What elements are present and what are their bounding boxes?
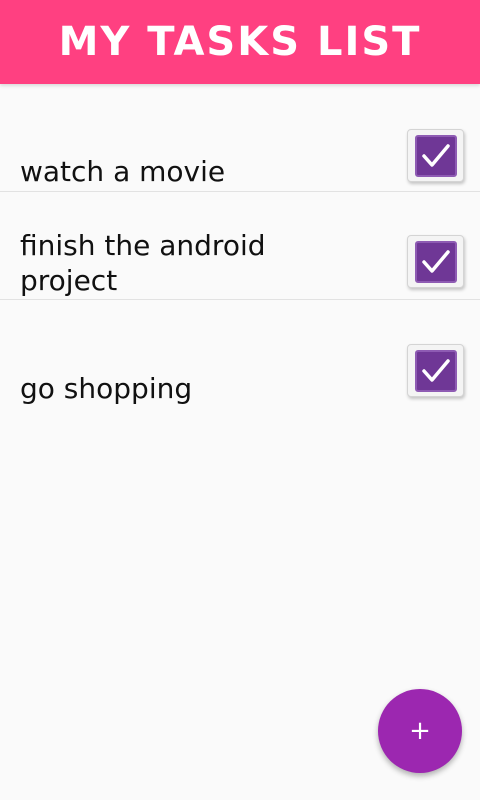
plus-icon: +	[409, 716, 431, 746]
list-item: finish the android project	[0, 192, 480, 300]
task-checkbox[interactable]	[407, 129, 464, 182]
task-list: watch a movie finish the android project…	[0, 84, 480, 410]
task-text: watch a movie	[20, 155, 226, 188]
page-title: MY TASKS LIST	[58, 19, 422, 65]
check-icon	[421, 143, 450, 167]
list-item: watch a movie	[0, 84, 480, 192]
task-text: finish the android project	[20, 229, 266, 297]
check-icon	[421, 249, 450, 273]
checkbox-fill	[414, 134, 457, 177]
checkbox-fill	[414, 349, 457, 392]
task-checkbox[interactable]	[407, 344, 464, 397]
app-bar: MY TASKS LIST	[0, 0, 480, 84]
add-task-button[interactable]: +	[378, 689, 462, 773]
list-item: go shopping	[0, 300, 480, 410]
task-checkbox[interactable]	[407, 235, 464, 288]
checkbox-fill	[414, 240, 457, 283]
task-text: go shopping	[20, 372, 193, 405]
check-icon	[421, 358, 450, 382]
